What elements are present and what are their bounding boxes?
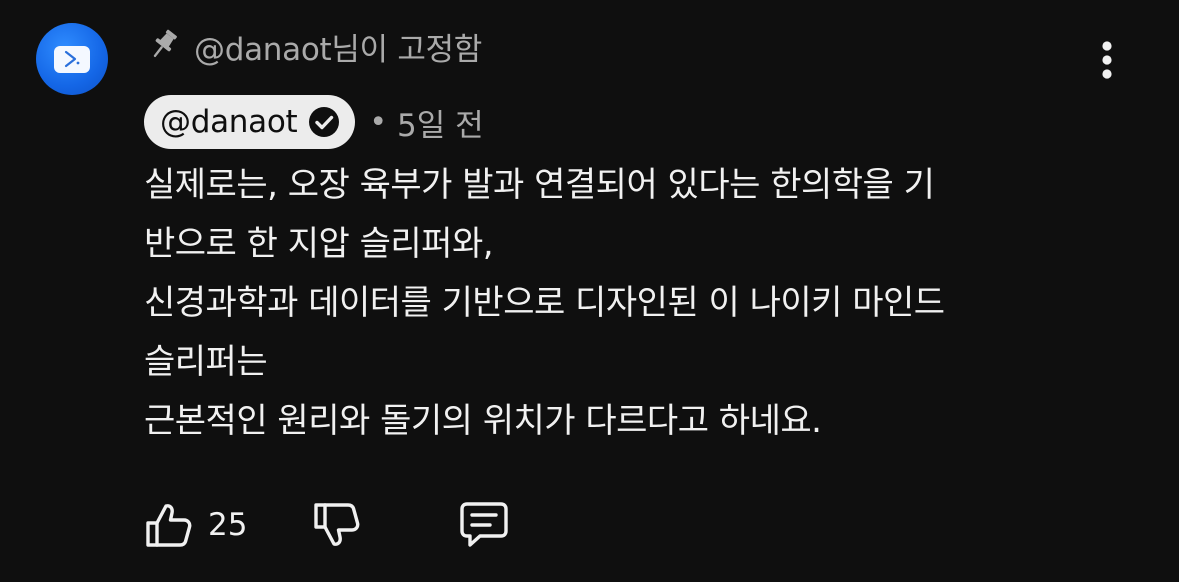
comment-timestamp[interactable]: 5일 전	[397, 100, 484, 145]
author-handle: @danaot	[160, 104, 298, 140]
reply-comment-icon	[460, 502, 508, 547]
reply-button[interactable]	[458, 497, 510, 553]
author-chip[interactable]: @danaot	[144, 95, 356, 149]
comment-line: 근본적인 원리와 돌기의 위치가 다르다고 하네요.	[144, 401, 822, 441]
avatar[interactable]	[36, 23, 108, 95]
thumbs-up-icon	[146, 504, 192, 547]
avatar-logo	[54, 45, 90, 73]
more-vertical-icon	[1102, 41, 1112, 79]
comment-text: 실제로는, 오장 육부가 발과 연결되어 있다는 한의학을 기 반으로 한 지압…	[144, 156, 1144, 451]
comment-line: 슬리퍼는	[144, 342, 268, 382]
pinned-indicator: @danaot님이 고정함	[148, 24, 482, 68]
comment-header: @danaot • 5일 전	[144, 95, 484, 149]
comment-line: 신경과학과 데이터를 기반으로 디자인된 이 나이키 마인드	[144, 283, 945, 323]
verified-check-icon	[309, 107, 340, 137]
comment-line: 실제로는, 오장 육부가 발과 연결되어 있다는 한의학을 기	[144, 165, 935, 205]
meta-separator: •	[369, 104, 388, 140]
dislike-button[interactable]	[312, 497, 362, 553]
pin-icon	[153, 29, 177, 58]
comment-line: 반으로 한 지압 슬리퍼와,	[144, 224, 494, 264]
pinned-label: @danaot님이 고정함	[194, 31, 482, 68]
more-actions-button[interactable]	[1088, 36, 1126, 84]
comment-actions: 25	[144, 497, 544, 553]
like-count: 25	[208, 507, 248, 543]
like-button[interactable]: 25	[144, 497, 247, 553]
thumbs-down-icon	[314, 503, 360, 546]
chevron-right-icon	[64, 50, 80, 68]
